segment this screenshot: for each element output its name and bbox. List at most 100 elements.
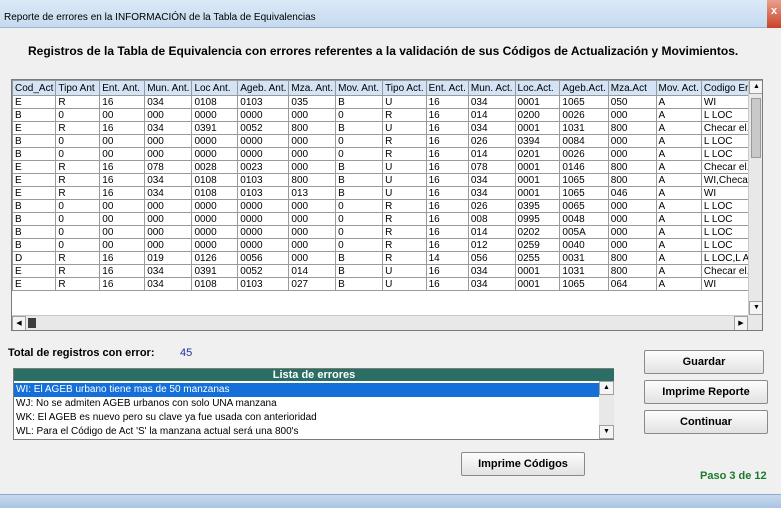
table-cell[interactable]: R — [55, 95, 101, 109]
table-cell[interactable]: R — [382, 238, 427, 252]
table-cell[interactable]: A — [655, 121, 702, 135]
table-cell[interactable]: 000 — [144, 238, 193, 252]
table-cell[interactable]: 0000 — [237, 147, 290, 161]
error-list-scrollbar[interactable]: ▲ ▼ — [599, 381, 614, 439]
table-cell[interactable]: U — [382, 277, 427, 291]
table-cell[interactable]: 000 — [288, 160, 337, 174]
table-cell[interactable]: 16 — [99, 121, 146, 135]
table-cell[interactable]: 1065 — [559, 186, 609, 200]
table-cell[interactable]: 000 — [607, 108, 657, 122]
table-cell[interactable]: 034 — [144, 95, 193, 109]
table-cell[interactable]: 16 — [425, 238, 469, 252]
table-cell[interactable]: B — [335, 277, 384, 291]
table-cell[interactable]: 0 — [335, 147, 384, 161]
table-cell[interactable]: 000 — [144, 212, 193, 226]
table-cell[interactable]: 000 — [144, 108, 193, 122]
table-cell[interactable]: 0052 — [237, 121, 290, 135]
table-cell[interactable]: 0001 — [514, 173, 561, 187]
table-cell[interactable]: R — [382, 134, 427, 148]
table-cell[interactable]: A — [655, 277, 702, 291]
table-row[interactable]: E R 16 034 0391 0052 014 B U 16 034 0001 1031 800 A Che… — [12, 264, 762, 278]
grid-horizontal-scroll-thumb[interactable] — [28, 318, 36, 328]
table-cell[interactable]: 16 — [425, 264, 469, 278]
table-row[interactable]: D R 16 019 0126 0056 000 B R 14 056 0255 0031 800 A L L… — [12, 251, 762, 265]
table-cell[interactable]: R — [382, 251, 427, 265]
table-cell[interactable]: U — [382, 186, 427, 200]
table-cell[interactable]: R — [55, 121, 101, 135]
table-cell[interactable]: 800 — [288, 173, 337, 187]
table-cell[interactable]: 16 — [425, 277, 469, 291]
column-header[interactable]: Mza. Ant. — [288, 80, 337, 96]
table-cell[interactable]: 0202 — [514, 225, 561, 239]
table-cell[interactable]: R — [55, 186, 101, 200]
table-cell[interactable]: 0 — [55, 225, 101, 239]
table-cell[interactable]: 0 — [335, 212, 384, 226]
column-header[interactable]: Cod_Act — [12, 80, 57, 96]
table-cell[interactable]: 16 — [99, 186, 146, 200]
table-cell[interactable]: A — [655, 160, 702, 174]
table-cell[interactable]: 064 — [607, 277, 657, 291]
table-cell[interactable]: R — [382, 199, 427, 213]
table-cell[interactable]: 000 — [144, 134, 193, 148]
table-cell[interactable]: 078 — [144, 160, 193, 174]
table-cell[interactable]: 16 — [425, 212, 469, 226]
column-header[interactable]: Mza.Act — [607, 80, 657, 96]
table-row[interactable]: E R 16 034 0108 0103 027 B U 16 034 0001 1065 064 A WI — [12, 277, 762, 291]
table-cell[interactable]: 1031 — [559, 121, 609, 135]
table-cell[interactable]: 0000 — [237, 134, 290, 148]
table-cell[interactable]: R — [382, 147, 427, 161]
table-cell[interactable]: 0 — [55, 134, 101, 148]
table-cell[interactable]: 16 — [99, 251, 146, 265]
table-cell[interactable]: R — [55, 264, 101, 278]
table-cell[interactable]: 000 — [288, 212, 337, 226]
table-cell[interactable]: A — [655, 251, 702, 265]
table-cell[interactable]: 16 — [99, 95, 146, 109]
column-header[interactable]: Tipo Ant — [55, 80, 101, 96]
table-cell[interactable]: 0 — [335, 199, 384, 213]
table-cell[interactable]: 16 — [99, 160, 146, 174]
table-cell[interactable]: B — [335, 186, 384, 200]
table-cell[interactable]: 0000 — [191, 238, 239, 252]
table-cell[interactable]: 0000 — [191, 108, 239, 122]
table-cell[interactable]: 0108 — [191, 173, 239, 187]
table-cell[interactable]: A — [655, 173, 702, 187]
guardar-button[interactable]: Guardar — [644, 350, 764, 374]
continuar-button[interactable]: Continuar — [644, 410, 768, 434]
table-cell[interactable]: 000 — [144, 147, 193, 161]
table-cell[interactable]: 026 — [467, 134, 516, 148]
table-cell[interactable]: A — [655, 108, 702, 122]
column-header[interactable]: Ageb.Act. — [559, 80, 609, 96]
table-cell[interactable]: 16 — [425, 225, 469, 239]
table-cell[interactable]: B — [12, 108, 57, 122]
table-cell[interactable]: 16 — [425, 147, 469, 161]
table-cell[interactable]: 019 — [144, 251, 193, 265]
table-cell[interactable]: 000 — [607, 199, 657, 213]
table-row[interactable]: E R 16 078 0028 0023 000 B U 16 078 0001 0146 800 A Che… — [12, 160, 762, 174]
table-row[interactable]: B 0 00 000 0000 0000 000 0 R 16 014 0201 0026 000 A L L… — [12, 147, 762, 161]
table-cell[interactable]: E — [12, 121, 57, 135]
table-cell[interactable]: 0259 — [514, 238, 561, 252]
table-cell[interactable]: 0001 — [514, 277, 561, 291]
table-row[interactable]: B 0 00 000 0000 0000 000 0 R 16 008 0995 0048 000 A L L… — [12, 212, 762, 226]
table-cell[interactable]: A — [655, 134, 702, 148]
column-header[interactable]: Mun. Ant. — [144, 80, 193, 96]
table-cell[interactable]: 00 — [99, 108, 146, 122]
table-cell[interactable]: 078 — [467, 160, 516, 174]
table-cell[interactable]: A — [655, 212, 702, 226]
table-cell[interactable]: 00 — [99, 199, 146, 213]
table-cell[interactable]: 0108 — [191, 186, 239, 200]
table-cell[interactable]: 013 — [288, 186, 337, 200]
error-list-item[interactable]: WI: El AGEB urbano tiene mas de 50 manza… — [14, 383, 599, 397]
table-cell[interactable]: 056 — [467, 251, 516, 265]
table-cell[interactable]: 800 — [607, 251, 657, 265]
table-cell[interactable]: 000 — [288, 225, 337, 239]
scroll-up-icon[interactable]: ▲ — [599, 381, 614, 395]
table-cell[interactable]: E — [12, 277, 57, 291]
column-header[interactable]: Loc Ant. — [191, 80, 239, 96]
table-cell[interactable]: B — [335, 121, 384, 135]
table-cell[interactable]: 0 — [335, 134, 384, 148]
table-cell[interactable]: 0001 — [514, 186, 561, 200]
table-cell[interactable]: 0026 — [559, 147, 609, 161]
table-cell[interactable]: 0394 — [514, 134, 561, 148]
table-cell[interactable]: 0000 — [237, 212, 290, 226]
